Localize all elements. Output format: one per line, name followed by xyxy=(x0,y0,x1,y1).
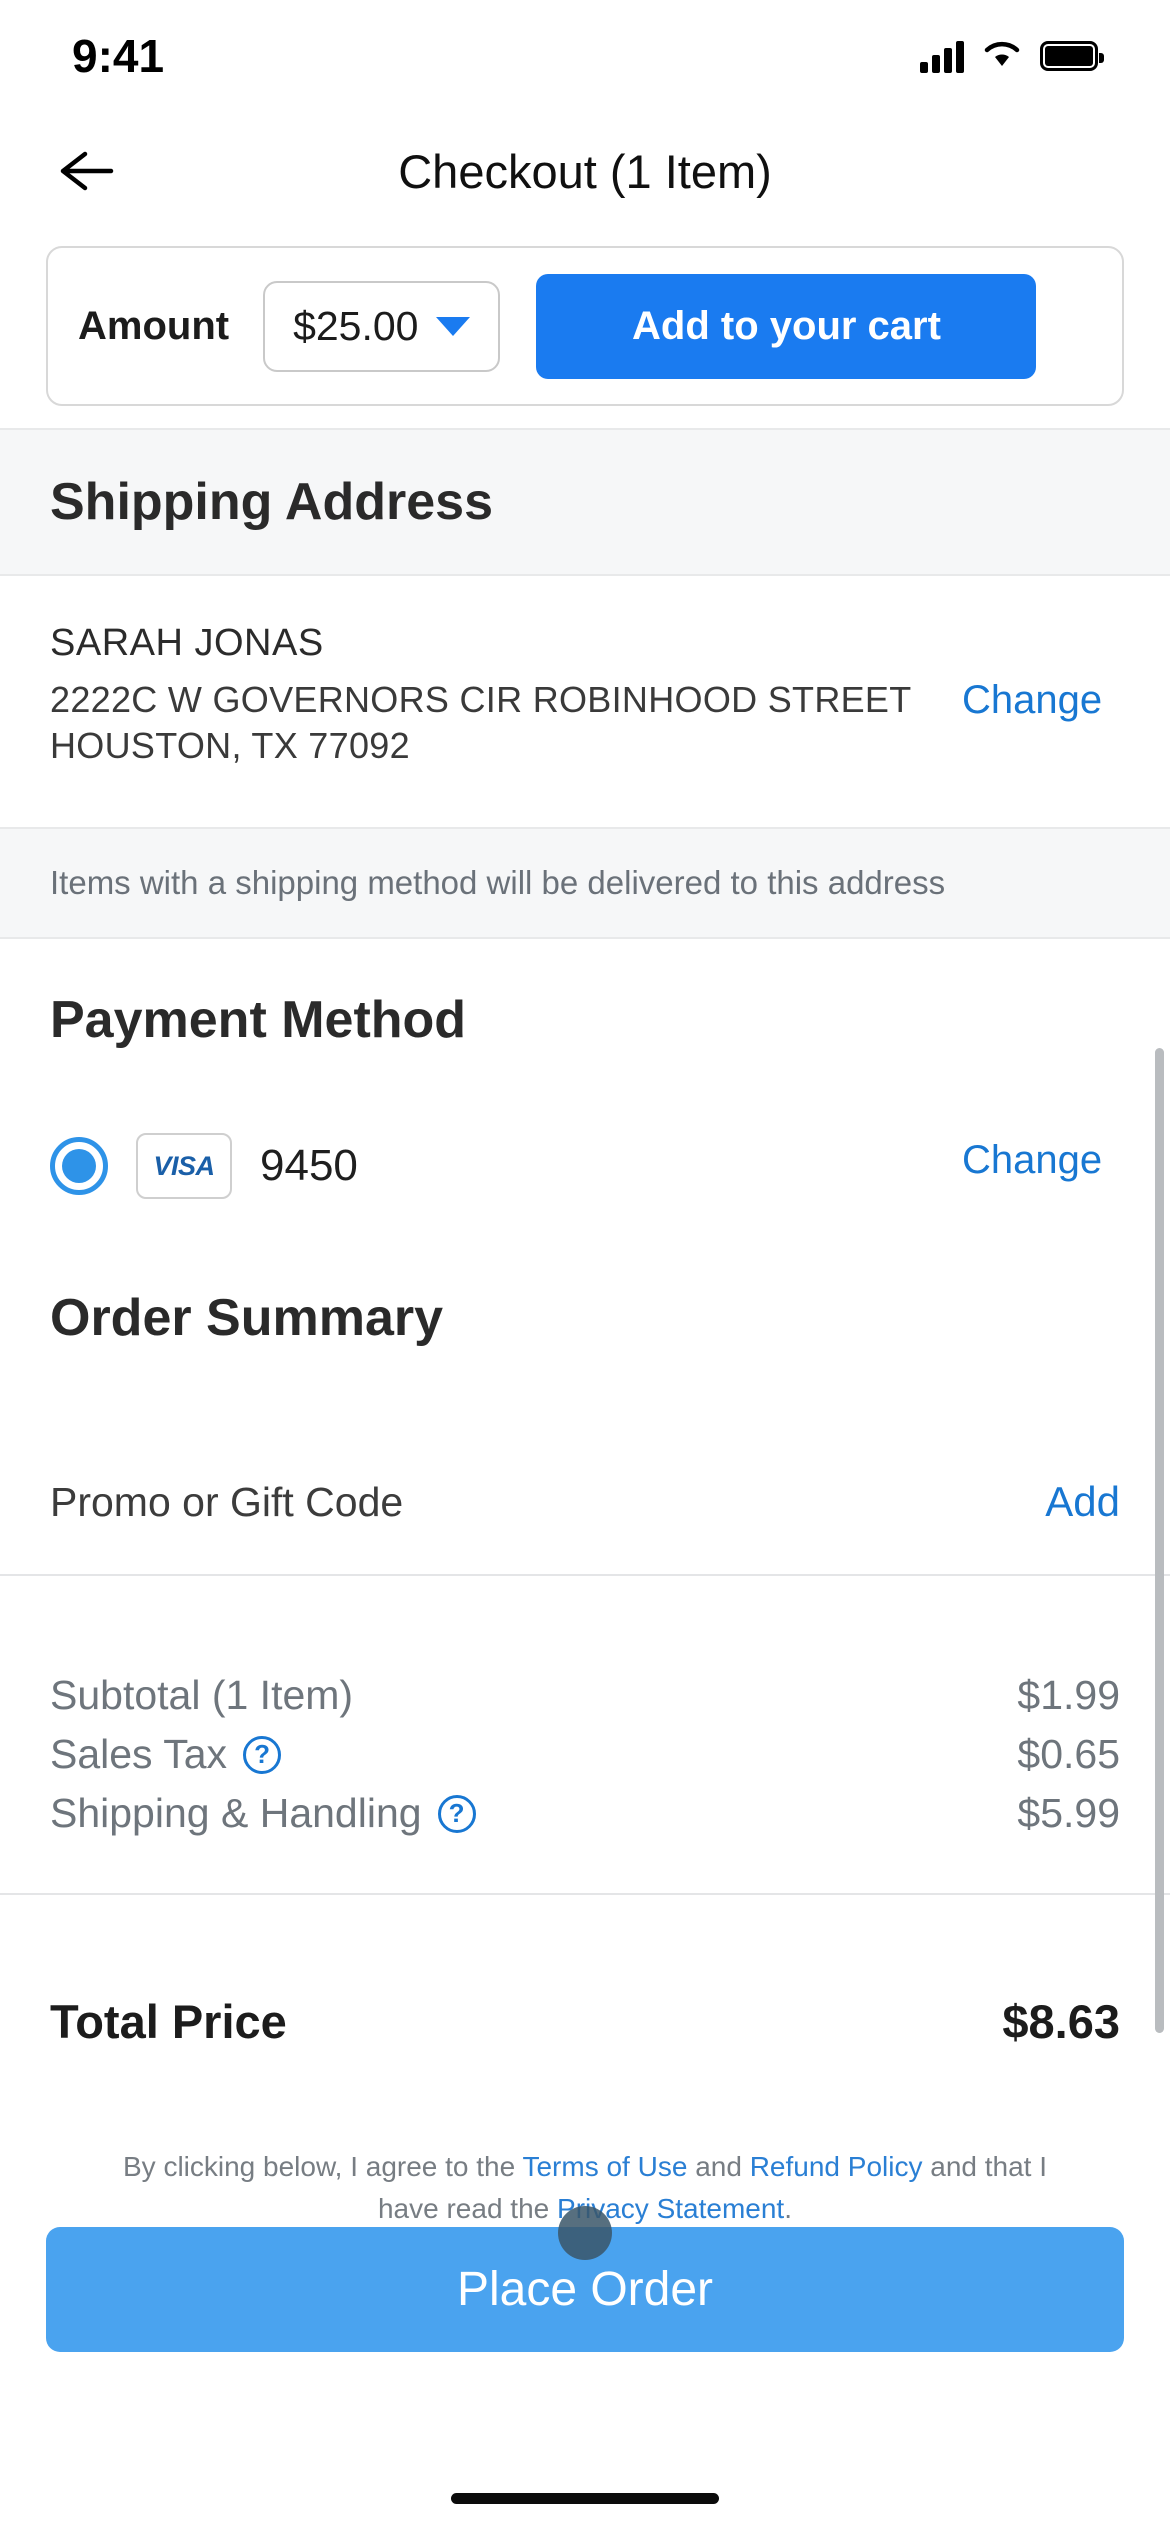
status-bar-icons xyxy=(920,38,1104,75)
shipping-handling-value: $5.99 xyxy=(1017,1790,1120,1836)
checkout-screen: 9:41 Checkout (1 Item) Amount $25.00 Add… xyxy=(0,0,1170,2532)
payment-method-row[interactable]: VISA 9450 xyxy=(50,1133,358,1199)
add-to-cart-button[interactable]: Add to your cart xyxy=(536,273,1037,379)
shipping-address-header-band: Shipping Address xyxy=(0,428,1170,576)
payment-method-title: Payment Method xyxy=(50,991,467,1049)
shipping-handling-label-wrap: Shipping & Handling ? xyxy=(50,1790,476,1837)
place-order-button[interactable]: Place Order xyxy=(46,2227,1124,2352)
summary-line-sales-tax: Sales Tax ? $0.65 xyxy=(50,1731,1120,1778)
back-button[interactable] xyxy=(50,136,120,206)
chevron-down-icon xyxy=(436,316,471,336)
payment-radio-selected[interactable] xyxy=(50,1137,108,1195)
legal-agreement-text: By clicking below, I agree to the Terms … xyxy=(95,2146,1075,2230)
change-shipping-address-link[interactable]: Change xyxy=(962,678,1102,723)
amount-label: Amount xyxy=(78,303,230,348)
promo-code-row: Promo or Gift Code Add xyxy=(50,1478,1120,1526)
recipient-name: SARAH JONAS xyxy=(50,622,324,664)
page-title: Checkout (1 Item) xyxy=(398,144,772,198)
shipping-handling-help-icon[interactable]: ? xyxy=(437,1794,476,1833)
summary-line-subtotal: Subtotal (1 Item) $1.99 xyxy=(50,1672,1120,1719)
page-header: Checkout (1 Item) xyxy=(0,112,1170,230)
promo-add-link[interactable]: Add xyxy=(1045,1478,1120,1526)
total-price-row: Total Price $8.63 xyxy=(50,1994,1120,2049)
amount-value: $25.00 xyxy=(293,302,419,349)
shipping-address-title: Shipping Address xyxy=(50,473,493,531)
sales-tax-help-icon[interactable]: ? xyxy=(243,1735,282,1774)
legal-prefix: By clicking below, I agree to the xyxy=(122,2151,523,2182)
legal-suffix: . xyxy=(784,2193,792,2224)
cellular-signal-icon xyxy=(920,39,964,73)
summary-line-shipping-handling: Shipping & Handling ? $5.99 xyxy=(50,1790,1120,1837)
subtotal-value: $1.99 xyxy=(1017,1672,1120,1718)
privacy-statement-link[interactable]: Privacy Statement xyxy=(557,2193,784,2224)
sales-tax-label-wrap: Sales Tax ? xyxy=(50,1731,282,1778)
total-price-value: $8.63 xyxy=(1002,1995,1120,2048)
total-price-label: Total Price xyxy=(50,1995,287,2048)
radio-dot-icon xyxy=(62,1149,96,1183)
status-bar-time: 9:41 xyxy=(72,30,165,82)
address-city-state-zip: HOUSTON, TX 77092 xyxy=(50,725,410,767)
wifi-icon xyxy=(982,38,1022,75)
divider-above-lines xyxy=(0,1574,1170,1576)
subtotal-label: Subtotal (1 Item) xyxy=(50,1672,354,1718)
refund-policy-link[interactable]: Refund Policy xyxy=(750,2151,923,2182)
address-street: 2222C W GOVERNORS CIR ROBINHOOD STREET xyxy=(50,679,912,720)
terms-of-use-link[interactable]: Terms of Use xyxy=(522,2151,687,2182)
shipping-address-block: SARAH JONAS 2222C W GOVERNORS CIR ROBINH… xyxy=(50,622,950,769)
amount-card: Amount $25.00 Add to your cart xyxy=(46,246,1124,406)
change-payment-method-link[interactable]: Change xyxy=(962,1138,1102,1183)
card-last4: 9450 xyxy=(260,1141,358,1190)
shipping-handling-label: Shipping & Handling xyxy=(50,1790,422,1836)
amount-dropdown[interactable]: $25.00 xyxy=(263,280,501,372)
battery-full-icon xyxy=(1040,41,1104,71)
promo-code-label: Promo or Gift Code xyxy=(50,1478,404,1525)
status-bar: 9:41 xyxy=(0,0,1170,112)
legal-mid: and xyxy=(687,2151,750,2182)
shipping-note-band: Items with a shipping method will be del… xyxy=(0,827,1170,939)
sales-tax-label: Sales Tax xyxy=(50,1731,228,1777)
sales-tax-value: $0.65 xyxy=(1017,1731,1120,1777)
order-summary-title: Order Summary xyxy=(50,1289,444,1347)
divider-above-total xyxy=(0,1893,1170,1895)
visa-card-icon: VISA xyxy=(136,1133,232,1199)
vertical-scrollbar[interactable] xyxy=(1155,1048,1164,2033)
home-indicator xyxy=(451,2493,719,2504)
visa-label: VISA xyxy=(153,1150,215,1181)
back-arrow-icon xyxy=(60,151,114,191)
shipping-note-text: Items with a shipping method will be del… xyxy=(50,864,946,901)
